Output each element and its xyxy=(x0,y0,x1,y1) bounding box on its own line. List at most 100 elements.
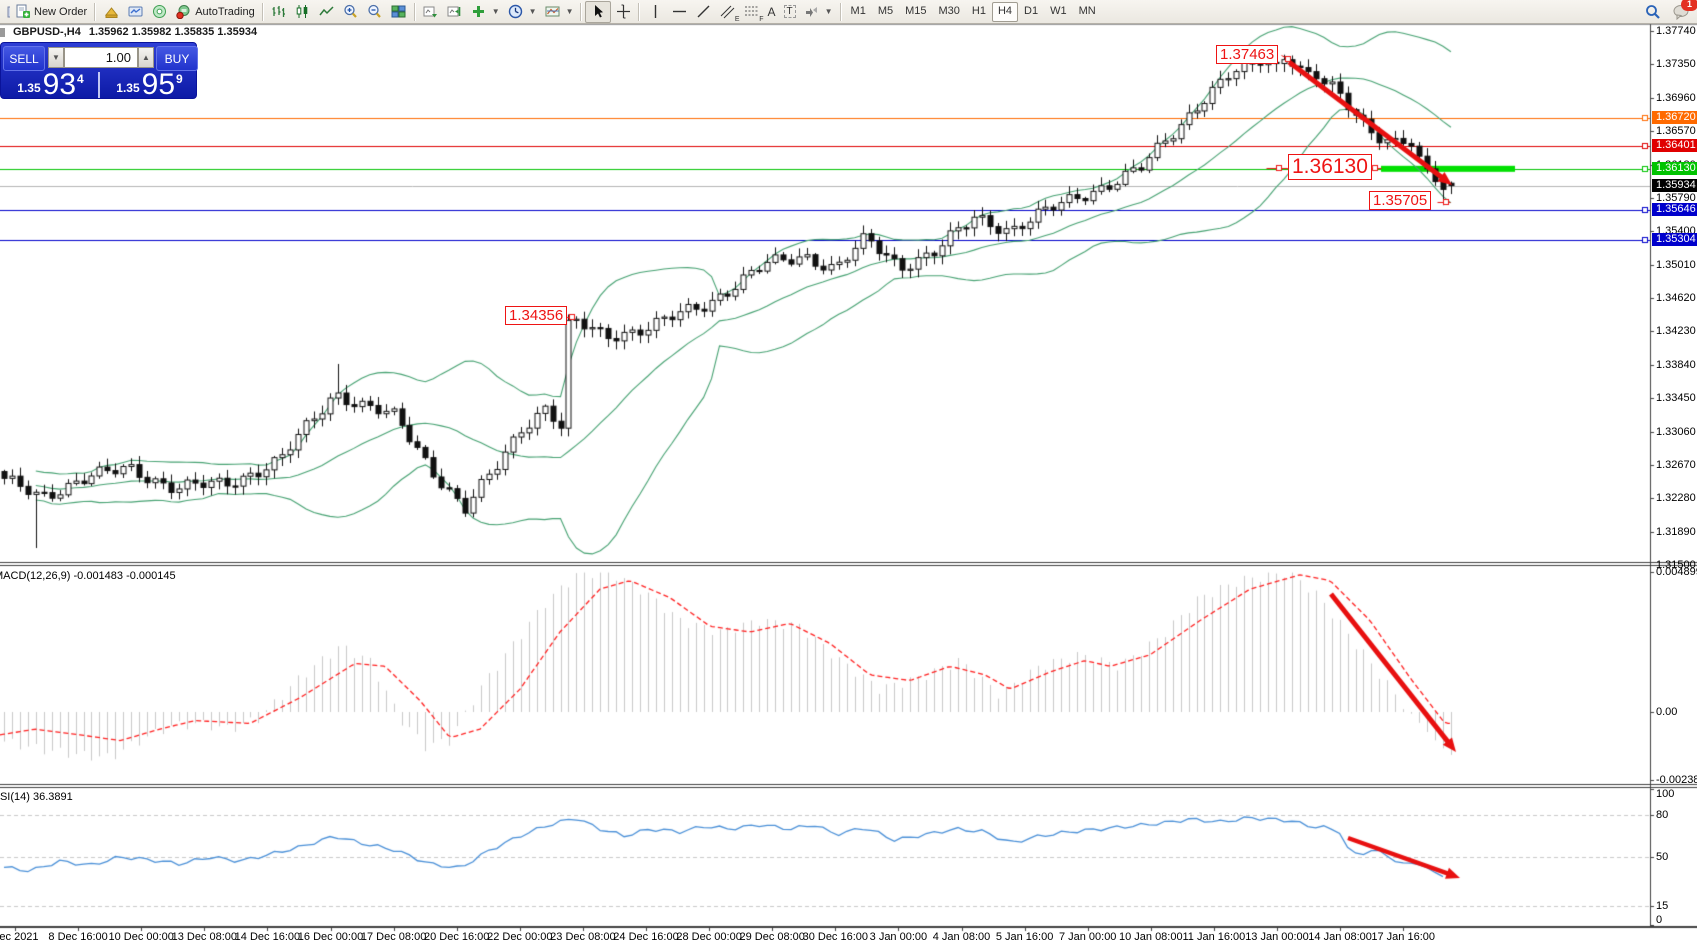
add-indicator-icon xyxy=(471,4,487,20)
toolbar-separator xyxy=(94,3,96,21)
chart-shift-icon xyxy=(447,4,463,20)
price-axis-tick: 1.37350 xyxy=(1656,58,1696,70)
new-order-icon xyxy=(14,4,30,20)
text-label-icon: T xyxy=(784,5,796,18)
bar-chart-button[interactable] xyxy=(267,2,291,22)
shapes-tool-button[interactable]: ▼ xyxy=(800,2,837,22)
macd-axis-tick: -0.002382 xyxy=(1656,774,1697,786)
tile-windows-icon xyxy=(391,4,407,20)
buy-price-display[interactable]: 1.35959 xyxy=(102,72,196,98)
timeframe-m1[interactable]: M1 xyxy=(845,2,872,20)
terminal-button[interactable] xyxy=(123,2,147,22)
candlestick-chart-button[interactable] xyxy=(291,2,315,22)
buy-price-prefix: 1.35 xyxy=(116,81,139,95)
zoom-in-button[interactable] xyxy=(339,2,363,22)
price-annotation[interactable]: 1.37463 xyxy=(1216,45,1278,64)
chevron-down-icon: ▼ xyxy=(492,7,500,16)
chevron-down-icon: ▼ xyxy=(825,7,833,16)
toolbar-separator xyxy=(262,3,264,21)
time-axis-label: 28 Dec 00:00 xyxy=(676,931,741,943)
add-indicator-button[interactable]: ▼ xyxy=(467,2,504,22)
price-annotation[interactable]: 1.36130 xyxy=(1288,154,1372,180)
price-badge: 1.35304 xyxy=(1652,233,1697,246)
terminal-icon xyxy=(127,4,143,20)
rsi-axis-tick: 100 xyxy=(1656,788,1674,800)
volume-increase-button[interactable]: ▲ xyxy=(138,47,154,68)
auto-scroll-button[interactable] xyxy=(419,2,443,22)
time-axis-label: 4 Jan 08:00 xyxy=(933,931,991,943)
search-button[interactable] xyxy=(1641,2,1665,22)
price-axis-tick: 1.35010 xyxy=(1656,259,1696,271)
fibonacci-f-glyph: F xyxy=(759,16,763,23)
time-axis-label: 14 Jan 08:00 xyxy=(1308,931,1372,943)
time-axis-label: 5 Jan 16:00 xyxy=(996,931,1054,943)
price-axis-tick: 1.36570 xyxy=(1656,125,1696,137)
chevron-down-icon: ▼ xyxy=(566,7,574,16)
metaeditor-button[interactable] xyxy=(99,2,123,22)
vertical-line-tool-button[interactable] xyxy=(643,2,667,22)
trend-line-tool-button[interactable] xyxy=(691,2,715,22)
main-toolbar: New Order AutoTrading xyxy=(0,0,1697,24)
crosshair-tool-button[interactable] xyxy=(611,2,635,22)
templates-button[interactable]: ▼ xyxy=(541,2,578,22)
rsi-axis-tick: 80 xyxy=(1656,809,1668,821)
text-tool-button[interactable]: A xyxy=(763,2,779,22)
time-axis-label: 13 Jan 00:00 xyxy=(1245,931,1309,943)
notifications-button[interactable]: 1 xyxy=(1669,2,1693,22)
macd-axis-tick: 0.004899 xyxy=(1656,566,1697,578)
timeframe-m30[interactable]: M30 xyxy=(933,2,966,20)
horizontal-line-tool-button[interactable] xyxy=(667,2,691,22)
price-axis-tick: 1.37740 xyxy=(1656,25,1696,37)
price-annotation[interactable]: 1.35705 xyxy=(1369,191,1431,210)
community-button[interactable] xyxy=(147,2,171,22)
volume-input[interactable] xyxy=(64,47,138,68)
price-axis-tick: 1.33450 xyxy=(1656,392,1696,404)
time-axis-label: 11 Jan 16:00 xyxy=(1182,931,1245,943)
cursor-tool-button[interactable] xyxy=(585,1,611,23)
fibonacci-tool-button[interactable]: F xyxy=(739,2,763,22)
line-chart-button[interactable] xyxy=(315,2,339,22)
horizontal-line-icon xyxy=(671,4,687,20)
volume-decrease-button[interactable]: ▼ xyxy=(48,47,64,68)
macd-label: MACD(12,26,9) -0.001483 -0.000145 xyxy=(0,570,176,582)
timeframe-h1[interactable]: H1 xyxy=(966,2,992,20)
window-fragment-icon xyxy=(2,4,10,20)
price-axis-tick: 1.32280 xyxy=(1656,492,1696,504)
equidistant-channel-tool-button[interactable]: E xyxy=(715,2,739,22)
notification-badge: 1 xyxy=(1681,0,1697,11)
time-axis-label: 16 Dec 00:00 xyxy=(298,931,363,943)
price-annotation[interactable]: 1.34356 xyxy=(505,306,567,325)
symbol-info-bar: GBPUSD-,H4 1.35962 1.35982 1.35835 1.359… xyxy=(2,26,257,38)
time-axis-label: 29 Dec 08:00 xyxy=(739,931,804,943)
price-badge: 1.36720 xyxy=(1652,111,1697,124)
text-icon: A xyxy=(767,5,775,19)
text-label-tool-button[interactable]: T xyxy=(780,2,800,22)
price-badge: 1.36401 xyxy=(1652,139,1697,152)
price-axis-tick: 1.33060 xyxy=(1656,426,1696,438)
zoom-out-button[interactable] xyxy=(363,2,387,22)
rsi-axis-tick: 50 xyxy=(1656,851,1668,863)
time-axis-label: 20 Dec 16:00 xyxy=(424,931,489,943)
autotrading-button[interactable]: AutoTrading xyxy=(171,2,259,22)
chart-overlays: 1.377401.373501.369601.365701.361801.357… xyxy=(0,0,1697,947)
timeframe-w1[interactable]: W1 xyxy=(1044,2,1073,20)
cursor-icon xyxy=(590,4,606,20)
sell-price-display[interactable]: 1.35934 xyxy=(3,72,97,98)
mt4-window: New Order AutoTrading xyxy=(0,0,1697,947)
new-order-button[interactable]: New Order xyxy=(10,2,91,22)
timeframe-h4[interactable]: H4 xyxy=(992,2,1018,22)
tile-windows-button[interactable] xyxy=(387,2,411,22)
timeframe-mn[interactable]: MN xyxy=(1073,2,1102,20)
auto-scroll-icon xyxy=(423,4,439,20)
chart-shift-button[interactable] xyxy=(443,2,467,22)
sell-price-sup: 4 xyxy=(77,72,84,86)
time-axis-label: 24 Dec 16:00 xyxy=(613,931,678,943)
periods-button[interactable]: ▼ xyxy=(504,2,541,22)
price-badge: 1.35934 xyxy=(1652,179,1697,192)
time-axis-label: 13 Dec 08:00 xyxy=(172,931,237,943)
sell-button[interactable]: SELL xyxy=(3,46,45,71)
timeframe-d1[interactable]: D1 xyxy=(1018,2,1044,20)
timeframe-m5[interactable]: M5 xyxy=(872,2,899,20)
timeframe-m15[interactable]: M15 xyxy=(899,2,932,20)
sell-price-prefix: 1.35 xyxy=(17,81,40,95)
